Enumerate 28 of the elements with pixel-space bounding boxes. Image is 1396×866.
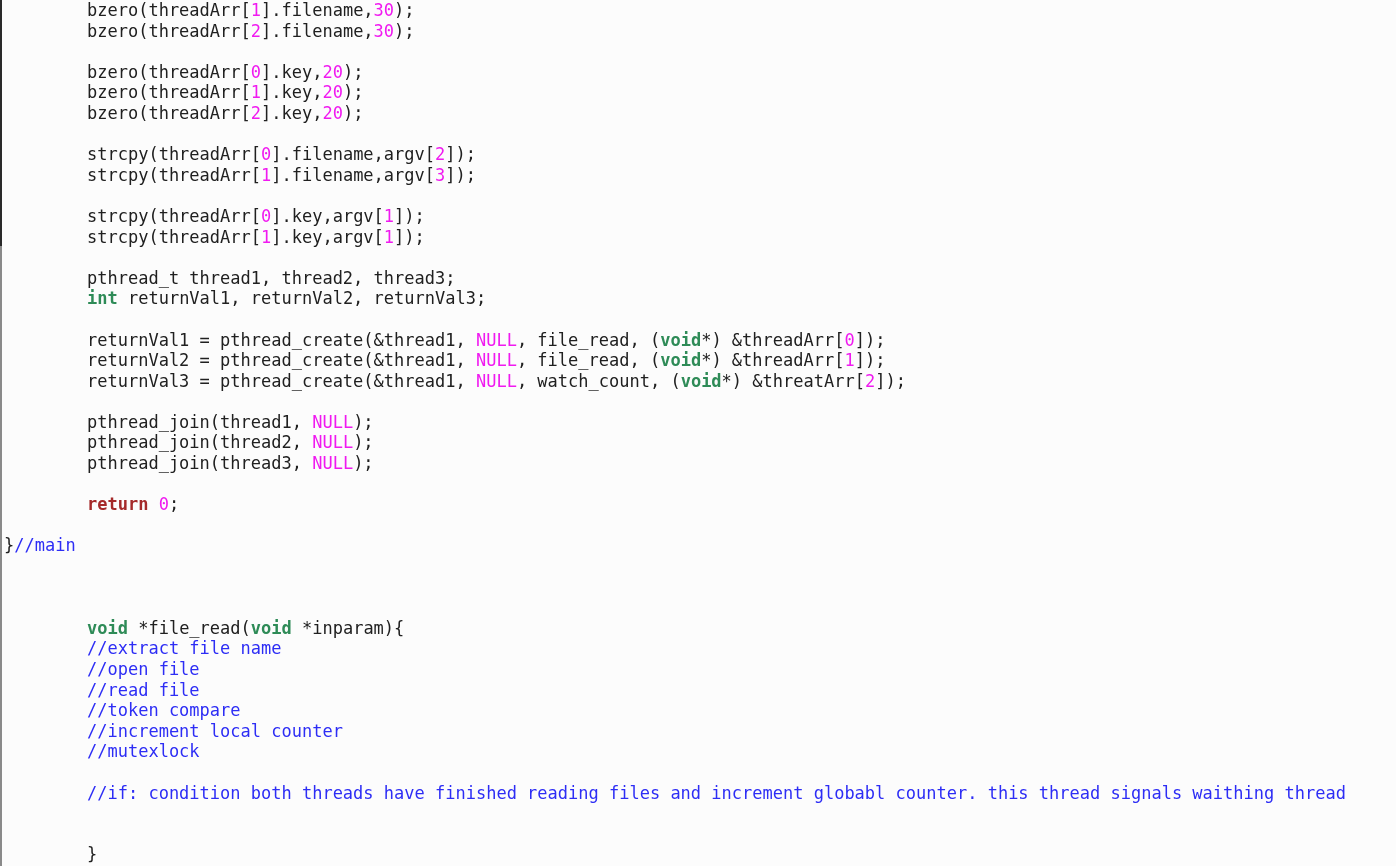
code-line: //increment local counter [87,720,343,742]
code-line: pthread_join(thread2, NULL); [87,432,374,454]
code-line: returnVal3 = pthread_create(&thread1, NULL, watch_count, (void*) &threatArr[2]); [87,370,906,392]
code-line: bzero(threadArr[2].filename,30); [87,20,415,42]
code-line: pthread_t thread1, thread2, thread3; [87,267,456,289]
code-line: strcpy(threadArr[0].key,argv[1]); [87,205,425,227]
code-line: void *file_read(void *inparam){ [87,617,405,639]
code-line: bzero(threadArr[1].key,20); [87,82,364,103]
code-line: returnVal1 = pthread_create(&thread1, NULL, file_read, (void*) &threadArr[0]); [87,329,886,351]
code-line: //mutexlock [87,741,200,762]
code-line: //open file [87,659,200,680]
code-line: strcpy(threadArr[1].key,argv[1]); [87,226,425,248]
code-line: bzero(threadArr[2].key,20); [87,102,364,124]
code-line: pthread_join(thread1, NULL); [87,411,374,433]
code-line: bzero(threadArr[1].filename,30); [87,0,415,21]
code-line: int returnVal1, returnVal2, returnVal3; [87,288,487,309]
code-line: }//main [4,535,76,557]
code-line: //read file [87,679,200,701]
code-line: return 0; [87,494,180,515]
code-line: //token compare [87,700,241,721]
code-line: pthread_join(thread3, NULL); [87,453,374,474]
code-line: //extract file name [87,638,282,659]
code-line: } [87,844,98,865]
code-line: strcpy(threadArr[1].filename,argv[3]); [87,164,476,186]
code-line: strcpy(threadArr[0].filename,argv[2]); [87,144,476,165]
code-line: returnVal2 = pthread_create(&thread1, NULL, file_read, (void*) &threadArr[1]); [87,350,886,371]
code-line: bzero(threadArr[0].key,20); [87,61,364,83]
code-line: //if: condition both threads have finished reading files and increment globabl counter. this thread signals waithing thread [87,782,1346,804]
